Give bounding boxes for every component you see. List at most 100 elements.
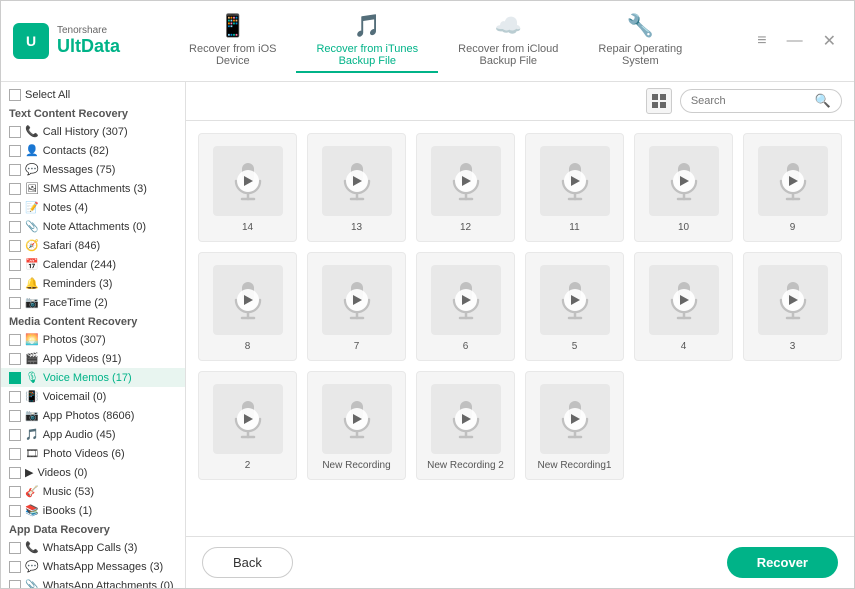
tab-icloud[interactable]: ☁️ Recover from iCloud Backup File	[438, 9, 578, 73]
notes-checkbox[interactable]	[9, 202, 21, 214]
play-triangle-icon	[571, 414, 580, 424]
whatsapp-messages-checkbox[interactable]	[9, 561, 21, 573]
grid-item-10[interactable]: 10	[634, 133, 733, 242]
tab-ios[interactable]: 📱 Recover from iOS Device	[169, 9, 296, 73]
grid-item-6[interactable]: 6	[416, 252, 515, 361]
play-button[interactable]	[564, 170, 586, 192]
sidebar-item-whatsapp-calls[interactable]: 📞 WhatsApp Calls (3)	[1, 538, 185, 557]
search-input[interactable]	[691, 95, 811, 107]
ibooks-icon: 📚	[25, 504, 39, 517]
play-triangle-icon	[353, 176, 362, 186]
sms-attachments-checkbox[interactable]	[9, 183, 21, 195]
play-button[interactable]	[782, 170, 804, 192]
sidebar-item-sms-attachments[interactable]: 🖼 SMS Attachments (3)	[1, 179, 185, 198]
grid-item-2[interactable]: 2	[198, 371, 297, 480]
sidebar-item-safari[interactable]: 🧭 Safari (846)	[1, 236, 185, 255]
select-all-checkbox[interactable]	[9, 89, 21, 101]
grid-item-nr1[interactable]: New Recording1	[525, 371, 624, 480]
whatsapp-messages-label: WhatsApp Messages (3)	[43, 561, 163, 573]
recover-button[interactable]: Recover	[727, 547, 838, 578]
sidebar-item-photo-videos[interactable]: 🎞 Photo Videos (6)	[1, 444, 185, 463]
voicemail-checkbox[interactable]	[9, 391, 21, 403]
app-videos-checkbox[interactable]	[9, 353, 21, 365]
contacts-checkbox[interactable]	[9, 145, 21, 157]
app-audio-checkbox[interactable]	[9, 429, 21, 441]
grid-item-11[interactable]: 11	[525, 133, 624, 242]
ibooks-checkbox[interactable]	[9, 505, 21, 517]
sidebar-item-videos[interactable]: ▶ Videos (0)	[1, 463, 185, 482]
sidebar-item-calendar[interactable]: 📅 Calendar (244)	[1, 255, 185, 274]
sidebar-item-contacts[interactable]: 👤 Contacts (82)	[1, 141, 185, 160]
close-button[interactable]: ✕	[817, 29, 842, 53]
play-button[interactable]	[455, 408, 477, 430]
voice-memo-thumb	[649, 146, 719, 216]
reminders-checkbox[interactable]	[9, 278, 21, 290]
sidebar-item-voicemail[interactable]: 📳 Voicemail (0)	[1, 387, 185, 406]
tab-repair[interactable]: 🔧 Repair Operating System	[578, 9, 702, 73]
grid-item-7[interactable]: 7	[307, 252, 406, 361]
grid-item-nr[interactable]: New Recording	[307, 371, 406, 480]
sidebar-item-reminders[interactable]: 🔔 Reminders (3)	[1, 274, 185, 293]
play-button[interactable]	[564, 289, 586, 311]
grid-item-4[interactable]: 4	[634, 252, 733, 361]
grid-item-3[interactable]: 3	[743, 252, 842, 361]
play-button[interactable]	[673, 170, 695, 192]
play-button[interactable]	[782, 289, 804, 311]
play-button[interactable]	[237, 408, 259, 430]
sidebar-item-call-history[interactable]: 📞 Call History (307)	[1, 122, 185, 141]
play-button[interactable]	[237, 289, 259, 311]
whatsapp-attachments-checkbox[interactable]	[9, 580, 21, 589]
sidebar-item-music[interactable]: 🎸 Music (53)	[1, 482, 185, 501]
music-checkbox[interactable]	[9, 486, 21, 498]
play-button[interactable]	[455, 289, 477, 311]
app-photos-checkbox[interactable]	[9, 410, 21, 422]
voice-memo-thumb	[322, 146, 392, 216]
sidebar-item-messages[interactable]: 💬 Messages (75)	[1, 160, 185, 179]
grid-item-12[interactable]: 12	[416, 133, 515, 242]
photos-checkbox[interactable]	[9, 334, 21, 346]
sidebar-item-facetime[interactable]: 📷 FaceTime (2)	[1, 293, 185, 312]
photo-videos-checkbox[interactable]	[9, 448, 21, 460]
facetime-checkbox[interactable]	[9, 297, 21, 309]
messages-checkbox[interactable]	[9, 164, 21, 176]
grid-item-8[interactable]: 8	[198, 252, 297, 361]
sidebar-item-photos[interactable]: 🌅 Photos (307)	[1, 330, 185, 349]
voice-memo-thumb	[322, 384, 392, 454]
grid-item-nr2[interactable]: New Recording 2	[416, 371, 515, 480]
back-button[interactable]: Back	[202, 547, 293, 578]
sidebar-item-ibooks[interactable]: 📚 iBooks (1)	[1, 501, 185, 520]
play-button[interactable]	[346, 289, 368, 311]
sidebar-item-app-audio[interactable]: 🎵 App Audio (45)	[1, 425, 185, 444]
grid-item-9[interactable]: 9	[743, 133, 842, 242]
grid-item-5[interactable]: 5	[525, 252, 624, 361]
grid-item-14[interactable]: 14	[198, 133, 297, 242]
whatsapp-calls-checkbox[interactable]	[9, 542, 21, 554]
calendar-checkbox[interactable]	[9, 259, 21, 271]
sidebar-item-note-attachments[interactable]: 📎 Note Attachments (0)	[1, 217, 185, 236]
safari-checkbox[interactable]	[9, 240, 21, 252]
play-button[interactable]	[455, 170, 477, 192]
play-button[interactable]	[237, 170, 259, 192]
sidebar-item-whatsapp-messages[interactable]: 💬 WhatsApp Messages (3)	[1, 557, 185, 576]
minimize-button[interactable]: —	[781, 30, 809, 52]
tab-itunes[interactable]: 🎵 Recover from iTunes Backup File	[296, 9, 438, 73]
sidebar-item-whatsapp-attachments[interactable]: 📎 WhatsApp Attachments (0)	[1, 576, 185, 588]
call-history-checkbox[interactable]	[9, 126, 21, 138]
grid-item-label: 8	[245, 341, 251, 352]
menu-button[interactable]: ≡	[751, 30, 772, 52]
sidebar-item-voice-memos[interactable]: 🎙 Voice Memos (17)	[1, 368, 185, 387]
select-all-item[interactable]: Select All	[1, 86, 185, 104]
play-button[interactable]	[564, 408, 586, 430]
voice-memos-label: Voice Memos (17)	[43, 372, 132, 384]
sidebar-item-app-videos[interactable]: 🎬 App Videos (91)	[1, 349, 185, 368]
grid-item-13[interactable]: 13	[307, 133, 406, 242]
play-button[interactable]	[346, 170, 368, 192]
play-button[interactable]	[673, 289, 695, 311]
videos-checkbox[interactable]	[9, 467, 21, 479]
grid-view-button[interactable]	[646, 88, 672, 114]
sidebar-item-notes[interactable]: 📝 Notes (4)	[1, 198, 185, 217]
note-attachments-checkbox[interactable]	[9, 221, 21, 233]
sidebar-item-app-photos[interactable]: 📷 App Photos (8606)	[1, 406, 185, 425]
play-button[interactable]	[346, 408, 368, 430]
voice-memos-checkbox[interactable]	[9, 372, 21, 384]
